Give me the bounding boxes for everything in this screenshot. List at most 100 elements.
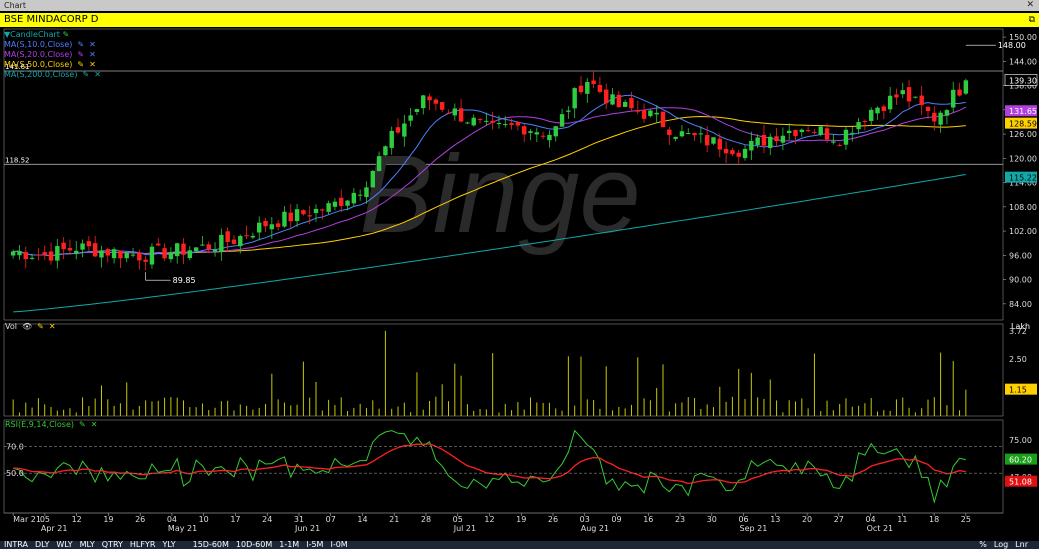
vol-legend[interactable]: Vol 👁 ✎ ✕ [5, 322, 56, 332]
period-mly[interactable]: MLY [80, 540, 95, 549]
candle [913, 96, 918, 98]
candle [704, 134, 710, 146]
interval-i-0m[interactable]: I-0M [330, 540, 347, 549]
ma20-badge: 131.65 [1009, 107, 1037, 116]
candle [559, 114, 565, 127]
interval-1-1m[interactable]: 1-1M [279, 540, 299, 549]
candle [269, 224, 275, 230]
candle [862, 121, 868, 123]
x-tick-label: 03 [580, 515, 590, 524]
x-month-label: Jul 21 [453, 524, 476, 533]
x-tick-label: 04 [167, 515, 177, 524]
legend-ma200[interactable]: MA(S,200.0,Close) ✎ ✕ [4, 70, 101, 80]
candle [553, 126, 558, 137]
interval-i-5m[interactable]: I-5M [306, 540, 323, 549]
x-tick-label: 26 [548, 515, 558, 524]
x-month-label: Oct 21 [867, 524, 894, 533]
candle [648, 110, 653, 117]
candle [679, 131, 685, 137]
x-tick-label: 24 [262, 515, 272, 524]
candle [80, 243, 85, 250]
candle [452, 108, 458, 116]
x-tick-label: 31 [294, 515, 304, 524]
x-tick-label: 06 [738, 515, 748, 524]
candle [187, 250, 193, 259]
chart-canvas[interactable]: 141.61118.52 Binge 70.0 50.0 148.00 89.85 1… [0, 27, 1039, 541]
interval-10d-60m[interactable]: 10D-60M [236, 540, 272, 549]
legend-candle[interactable]: ▼CandleChart ✎ [4, 30, 101, 40]
period-hlfyr[interactable]: HLFYR [130, 540, 156, 549]
candle [850, 132, 855, 134]
period-qtry[interactable]: QTRY [102, 540, 123, 549]
candle [130, 254, 136, 256]
rsi-line [13, 429, 966, 504]
remove-icon: ✕ [48, 322, 56, 331]
candle [477, 119, 483, 121]
price-tick-label: 120.00 [1009, 154, 1037, 163]
candle [597, 84, 603, 92]
price-legend: ▼CandleChart ✎ MA(S,10.0,Close) ✎ ✕ MA(S,2… [4, 30, 101, 80]
period-dly[interactable]: DLY [35, 540, 49, 549]
candle [793, 129, 798, 136]
period-wly[interactable]: WLY [56, 540, 72, 549]
candle [92, 243, 98, 257]
eye-icon: 👁 [21, 322, 33, 331]
rsi-legend[interactable]: RSI(E,9,14,Close) ✎ ✕ [5, 420, 97, 430]
candle [742, 148, 748, 159]
x-tick-label: 27 [834, 515, 844, 524]
candle [124, 252, 129, 259]
candle [774, 136, 779, 142]
candle [509, 123, 514, 125]
x-tick-label: 14 [357, 515, 367, 524]
period-yly[interactable]: YLY [162, 540, 175, 549]
legend-ma10[interactable]: MA(S,10.0,Close) ✎ ✕ [4, 40, 101, 50]
low-marker [145, 272, 171, 281]
scale-log[interactable]: Log [994, 540, 1008, 549]
close-icon[interactable]: ✕ [1026, 0, 1034, 11]
candle [389, 130, 394, 148]
x-tick-label: 25 [961, 515, 971, 524]
candle [36, 254, 41, 256]
vol-tick-label: 3.72 [1009, 327, 1027, 336]
edit-icon: ✎ [77, 40, 85, 49]
interval-15d-60m[interactable]: 15D-60M [193, 540, 229, 549]
rsi-signal-badge: 51.08 [1009, 478, 1032, 487]
candle [99, 250, 104, 258]
legend-ma50[interactable]: MA(S,50.0,Close) ✎ ✕ [4, 60, 101, 70]
candle [433, 99, 439, 104]
scale-percent[interactable]: % [979, 540, 987, 549]
candle [521, 126, 527, 135]
candle [282, 211, 287, 227]
x-tick-label: 28 [421, 515, 431, 524]
edit-icon: ✎ [82, 70, 90, 79]
remove-icon: ✕ [90, 420, 98, 429]
ma50-badge: 128.59 [1009, 120, 1037, 129]
candle [686, 132, 691, 134]
x-tick-label: 26 [135, 515, 145, 524]
rsi-series: 70.0 50.0 [4, 429, 1003, 504]
candle [137, 252, 142, 261]
period-intra[interactable]: INTRA [4, 540, 28, 549]
candle [320, 209, 325, 211]
x-month-label: Jun 21 [294, 524, 320, 533]
candle [339, 197, 344, 207]
candle [515, 122, 521, 126]
legend-ma20[interactable]: MA(S,20.0,Close) ✎ ✕ [4, 50, 101, 60]
level-label: 118.52 [5, 156, 30, 164]
candle [610, 94, 615, 105]
restore-icon[interactable]: ⧉ [1029, 13, 1035, 27]
candle [351, 192, 357, 204]
candle [805, 130, 811, 132]
remove-icon: ✕ [94, 70, 101, 79]
price-tick-label: 90.00 [1009, 276, 1032, 285]
period-buttons: INTRA DLY WLY MLY QTRY HLFYR YLY 15D-60M 10D-60M… [4, 541, 355, 549]
candle [212, 249, 218, 252]
price-tick-label: 126.00 [1009, 130, 1037, 139]
candle [717, 138, 722, 150]
candle [667, 129, 672, 135]
candle [206, 244, 211, 250]
candle [421, 95, 426, 109]
scale-lnr[interactable]: Lnr [1015, 540, 1028, 549]
x-tick-label: Mar 21 [13, 515, 41, 524]
candle [799, 129, 805, 133]
